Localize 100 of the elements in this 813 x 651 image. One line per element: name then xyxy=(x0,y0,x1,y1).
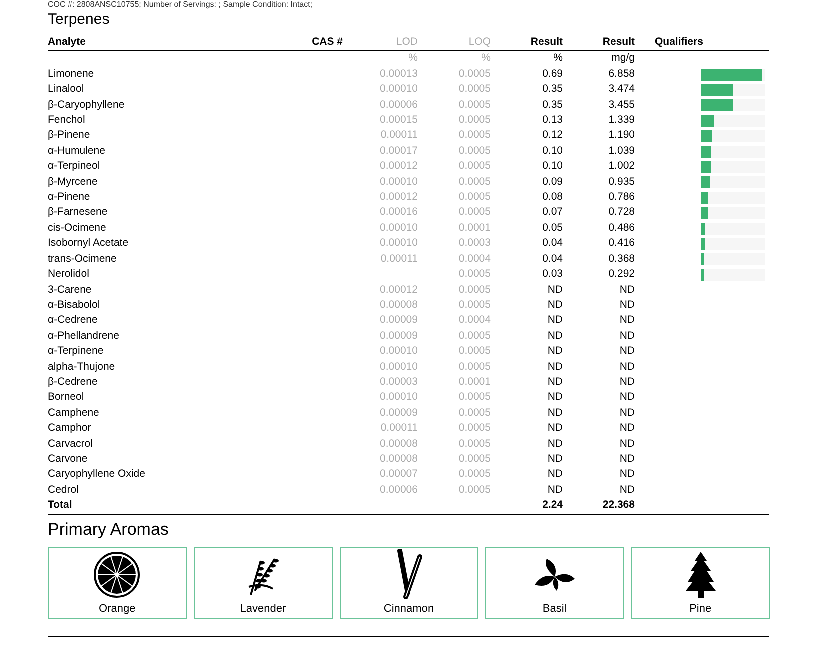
loq-value: 0.0005 xyxy=(458,328,491,344)
analyte-name: Caryophyllene Oxide xyxy=(48,467,146,482)
result-mg-per-g: ND xyxy=(618,406,635,421)
result-percent: 0.07 xyxy=(542,205,563,220)
result-percent: ND xyxy=(546,360,563,375)
lod-value: 0.00011 xyxy=(380,421,418,436)
result-mg-per-g: 1.039 xyxy=(608,144,635,159)
result-percent: 0.69 xyxy=(542,66,563,82)
result-percent: ND xyxy=(546,406,563,421)
lod-value: 0.00016 xyxy=(379,205,418,220)
loq-value: 0.0005 xyxy=(458,66,491,82)
lod-value: 0.00010 xyxy=(379,82,418,98)
loq-value: 0.0005 xyxy=(458,482,491,498)
analyte-name: α-Pinene xyxy=(48,190,92,206)
result-percent: ND xyxy=(546,344,563,360)
lod-value: 0.00010 xyxy=(379,220,418,236)
lod-value: 0.00010 xyxy=(379,390,418,406)
loq-value: 0.0005 xyxy=(458,282,491,298)
aroma-label: Lavender xyxy=(240,602,286,616)
loq-value: 0.0005 xyxy=(458,436,491,452)
loq-value: 0.0003 xyxy=(458,236,491,252)
loq-value: 0.0004 xyxy=(458,313,491,328)
result-mg-per-g: 0.786 xyxy=(608,190,635,206)
result-percent: 0.05 xyxy=(542,220,563,236)
column-header: CAS # xyxy=(311,35,343,50)
result-percent: ND xyxy=(546,482,563,498)
result-mg-per-g: ND xyxy=(618,436,635,452)
result-percent: ND xyxy=(546,374,563,390)
loq-value: 0.0005 xyxy=(458,113,491,128)
result-percent: 0.35 xyxy=(542,98,563,113)
result-mg-per-g: ND xyxy=(618,467,635,482)
total-percent: 2.24 xyxy=(542,498,563,514)
lod-value: 0.00012 xyxy=(379,282,418,298)
result-mg-per-g: 3.455 xyxy=(608,98,635,113)
analyte-name: Nerolidol xyxy=(48,267,90,282)
loq-value: 0.0005 xyxy=(458,144,491,159)
result-percent: 0.10 xyxy=(542,159,563,174)
lod-value: 0.00017 xyxy=(379,144,418,159)
analyte-name: Camphene xyxy=(48,406,100,421)
column-header: Qualifiers xyxy=(654,35,704,50)
lod-value: 0.00010 xyxy=(379,174,418,190)
result-mg-per-g: 1.002 xyxy=(608,159,635,174)
lod-value: 0.00007 xyxy=(379,467,418,482)
aroma-label: Basil xyxy=(542,602,567,616)
lod-value: 0.00012 xyxy=(379,190,418,206)
aroma-label: Pine xyxy=(690,602,712,616)
result-mg-per-g: 1.339 xyxy=(608,113,635,128)
unit-label: % xyxy=(480,51,491,66)
result-percent: ND xyxy=(546,298,563,313)
analyte-name: β-Caryophyllene xyxy=(48,98,126,113)
result-mg-per-g: ND xyxy=(618,328,635,344)
analyte-name: β-Pinene xyxy=(48,128,92,144)
analyte-name: α-Humulene xyxy=(48,144,106,159)
result-mg-per-g: ND xyxy=(618,452,635,467)
result-mg-per-g: 0.368 xyxy=(608,252,635,267)
analyte-name: β-Farnesene xyxy=(48,205,109,220)
result-mg-per-g: 0.728 xyxy=(608,205,635,220)
aroma-label: Orange xyxy=(99,602,136,616)
lod-value: 0.00012 xyxy=(379,159,418,174)
result-mg-per-g: ND xyxy=(618,298,635,313)
analyte-name: Carvone xyxy=(48,452,89,467)
result-mg-per-g: ND xyxy=(618,390,635,406)
column-header: LOD xyxy=(395,35,418,50)
result-percent: 0.04 xyxy=(542,236,563,252)
loq-value: 0.0005 xyxy=(458,98,491,113)
analyte-name: Cedrol xyxy=(48,482,80,498)
analyte-name: β-Cedrene xyxy=(48,374,99,390)
result-percent: ND xyxy=(546,421,563,436)
analyte-name: Limonene xyxy=(48,66,96,82)
pine-tree-icon xyxy=(684,551,717,600)
loq-value: 0.0005 xyxy=(458,205,491,220)
analyte-name: α-Terpinene xyxy=(48,344,105,360)
lod-value: 0.00008 xyxy=(379,452,418,467)
result-mg-per-g: 1.190 xyxy=(608,128,635,144)
result-mg-per-g: 3.474 xyxy=(608,82,635,98)
analyte-name: α-Phellandrene xyxy=(48,328,120,344)
lod-value: 0.00015 xyxy=(379,113,418,128)
analyte-name: Fenchol xyxy=(48,113,86,128)
lod-value: 0.00009 xyxy=(379,406,418,421)
lod-value: 0.00010 xyxy=(379,344,418,360)
column-header: LOQ xyxy=(468,35,491,50)
section-title: Terpenes xyxy=(48,11,111,29)
result-mg-per-g: ND xyxy=(618,344,635,360)
analyte-name: 3-Carene xyxy=(48,282,93,298)
result-percent: ND xyxy=(546,467,563,482)
result-percent: 0.35 xyxy=(542,82,563,98)
result-mg-per-g: ND xyxy=(618,313,635,328)
loq-value: 0.0005 xyxy=(458,267,491,282)
analyte-name: α-Bisabolol xyxy=(48,298,102,313)
result-percent: ND xyxy=(546,313,563,328)
analyte-name: Carvacrol xyxy=(48,436,94,452)
loq-value: 0.0005 xyxy=(458,452,491,467)
lod-value: 0.00013 xyxy=(379,66,418,82)
analyte-name: Linalool xyxy=(48,82,86,98)
lod-value: 0.00011 xyxy=(380,128,418,144)
unit-label: % xyxy=(552,51,563,66)
sample-info-text: COC #: 2808ANSC10755; Number of Servings: ; Sample Condition: Intact; xyxy=(48,0,314,10)
result-percent: 0.10 xyxy=(542,144,563,159)
section-title: Primary Aromas xyxy=(48,520,170,540)
lod-value: 0.00008 xyxy=(379,436,418,452)
